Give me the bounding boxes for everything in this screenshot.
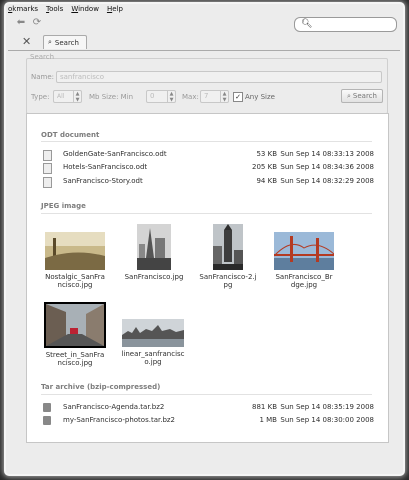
file-size: 1 MB [259,416,277,424]
menu-help[interactable]: Help [107,5,123,14]
file-size: 881 KB [252,403,277,411]
group-title-tar: Tar archive (bzip-compressed) [41,383,161,391]
file-name: my-SanFrancisco-photos.tar.bz2 [63,416,176,424]
min-size-spinner[interactable]: 0 ▲ ▼ [146,90,176,103]
photo-sanfrancisco-thumbnail [137,224,171,270]
tab-label: Search [54,38,79,47]
status-bar [8,443,400,455]
file-date: Sun Sep 14 08:33:13 2008 [280,150,374,158]
forward-icon[interactable]: ⟳ [32,18,42,28]
name-label: Name: [31,73,55,81]
panel-legend: Search [30,53,55,61]
group-divider [41,394,372,395]
image-caption: SanFrancisco-2.j [199,273,257,281]
image-thumbnail-selected[interactable]: Street_in_SanFra ncisco.jpg [41,302,109,367]
tab-search[interactable]: ⌕ Search [43,35,87,49]
archive-icon [43,403,51,412]
file-row[interactable]: Hotels-SanFrancisco.odt 205 KB Sun Sep 1… [43,162,374,174]
image-caption: ncisco.jpg [57,359,93,367]
file-size: 205 KB [252,163,277,171]
chevron-down-icon: ▲ ▼ [73,91,81,103]
search-icon: ⌕ [48,38,52,46]
file-date: Sun Sep 14 08:30:00 2008 [280,416,374,424]
any-size-checkbox[interactable]: ✓ [233,92,243,102]
max-size-label: Max: [182,93,199,101]
file-date: Sun Sep 14 08:35:19 2008 [280,403,374,411]
file-date: Sun Sep 14 08:34:36 2008 [280,163,374,171]
file-size: 53 KB [256,150,277,158]
toolbar: ⬅ ⟳ 🔍︎ [8,14,400,34]
image-caption: linear_sanfrancisc [121,350,185,358]
file-row[interactable]: GoldenGate-SanFrancisco.odt 53 KB Sun Se… [43,149,374,161]
back-icon[interactable]: ⬅ [16,18,26,28]
file-size: 94 KB [256,177,277,185]
image-caption: o.jpg [144,358,162,366]
image-thumbnail[interactable]: Nostalgic_SanFra ncisco.jpg [41,232,109,289]
image-caption: ncisco.jpg [57,281,93,289]
file-row[interactable]: SanFrancisco-Story.odt 94 KB Sun Sep 14 … [43,176,374,188]
name-input[interactable]: sanfrancisco [56,71,382,83]
search-icon: ⌕ [347,91,351,100]
archive-icon [43,416,51,425]
search-button[interactable]: ⌕ Search [341,89,383,103]
image-thumbnail[interactable]: SanFrancisco.jpg [121,224,187,281]
image-caption: pg [223,281,233,289]
tab-strip: ✕ ⌕ Search [8,34,400,51]
photo-nostalgic-thumbnail [45,232,105,270]
menubar: okmarks Tools Window Help [8,5,123,14]
mb-size-label: Mb Size: Min [89,93,134,101]
file-name: GoldenGate-SanFrancisco.odt [63,150,167,158]
panel-frame [26,58,388,114]
image-caption: dge.jpg [290,281,318,289]
menu-window[interactable]: Window [71,5,99,14]
max-size-spinner[interactable]: 7 ▲ ▼ [200,90,229,103]
group-title-jpeg: JPEG image [41,202,86,210]
group-divider [41,213,372,214]
group-title-odt: ODT document [41,131,100,139]
search-icon: 🔍︎ [301,19,313,29]
max-value: 7 [204,92,209,100]
file-row[interactable]: my-SanFrancisco-photos.tar.bz2 1 MB Sun … [43,415,374,427]
image-caption: Street_in_SanFra [45,351,105,359]
file-date: Sun Sep 14 08:32:29 2008 [280,177,374,185]
min-value: 0 [150,92,155,100]
file-name: SanFrancisco-Story.odt [63,177,143,185]
group-divider [41,141,372,142]
type-value: All [57,93,65,100]
spinner-arrows-icon: ▲ ▼ [220,91,228,103]
type-select[interactable]: All ▲ ▼ [53,90,82,103]
file-row[interactable]: SanFrancisco-Agenda.tar.bz2 881 KB Sun S… [43,402,374,414]
image-caption: SanFrancisco_Br [275,273,333,281]
document-icon [43,177,52,188]
search-panel: Search Name: sanfrancisco Type: All ▲ ▼ M… [26,53,388,114]
image-thumbnail[interactable]: SanFrancisco-2.j pg [195,224,261,289]
photo-street-thumbnail [44,302,106,348]
any-size-label: Any Size [245,93,275,101]
image-thumbnail[interactable]: linear_sanfrancisc o.jpg [117,319,189,366]
file-name: Hotels-SanFrancisco.odt [63,163,148,171]
photo-sanfrancisco2-thumbnail [213,224,243,270]
type-label: Type: [31,93,50,101]
document-icon [43,150,52,161]
spinner-arrows-icon: ▲ ▼ [167,91,175,103]
image-caption: SanFrancisco.jpg [124,273,184,281]
image-caption: Nostalgic_SanFra [45,273,105,281]
search-button-label: Search [352,92,377,100]
image-thumbnail[interactable]: SanFrancisco_Br dge.jpg [269,232,339,289]
close-icon[interactable]: ✕ [22,35,31,49]
document-icon [43,163,52,174]
results-pane: ODT document GoldenGate-SanFrancisco.odt… [26,113,389,443]
file-name: SanFrancisco-Agenda.tar.bz2 [63,403,165,411]
photo-linear-sanfrancisco-thumbnail [122,319,184,347]
photo-golden-gate-bridge-thumbnail [274,232,334,270]
menu-bookmarks[interactable]: okmarks [8,5,38,14]
menu-tools[interactable]: Tools [46,5,63,14]
location-bar[interactable]: 🔍︎ [294,17,397,32]
